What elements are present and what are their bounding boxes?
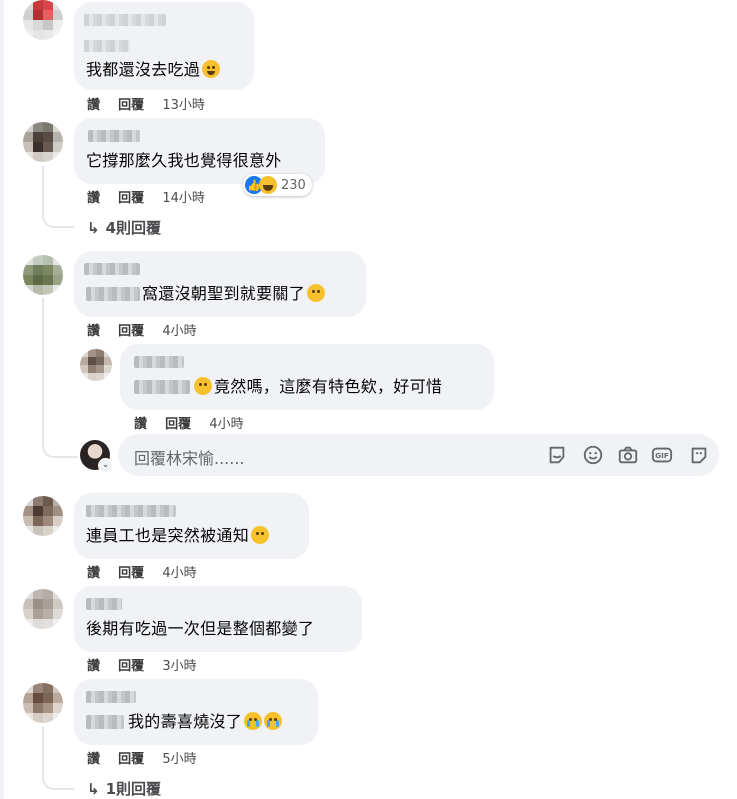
- redacted-username[interactable]: [88, 130, 140, 142]
- like-button[interactable]: 讚: [87, 98, 100, 113]
- comment-bubble: 窩還沒朝聖到就要關了: [74, 251, 366, 317]
- avatar[interactable]: [23, 589, 63, 629]
- redacted-mention[interactable]: [86, 287, 140, 301]
- like-button[interactable]: 讚: [134, 417, 147, 432]
- reply-arrow-icon: ↳: [87, 780, 100, 798]
- comment-actions: 讚 回覆 5小時: [87, 748, 211, 767]
- reply-button[interactable]: 回覆: [118, 98, 144, 113]
- reply-actions: 讚 回覆 4小時: [134, 413, 258, 432]
- reaction-summary[interactable]: 👍 230: [243, 174, 312, 196]
- comment-text: 連員工也是突然被通知: [86, 526, 270, 546]
- grinning-sweat-emoji: [202, 60, 221, 78]
- thread-line: [42, 166, 74, 228]
- like-button[interactable]: 讚: [87, 566, 100, 581]
- comment-bubble: 我都還沒去吃過: [74, 2, 254, 90]
- comment-actions: 讚 回覆 13小時: [87, 94, 219, 113]
- sad-emoji: [251, 526, 270, 544]
- comment-text: 它撐那麼久我也覺得很意外: [86, 151, 282, 170]
- comment-text: 後期有吃過一次但是整個都變了: [86, 619, 315, 638]
- haha-icon: [259, 176, 277, 194]
- redacted-username[interactable]: [134, 356, 184, 368]
- reply-button[interactable]: 回覆: [118, 191, 144, 206]
- timestamp[interactable]: 4小時: [209, 417, 243, 432]
- redacted-tag: [84, 40, 130, 52]
- camera-icon[interactable]: [617, 444, 639, 466]
- like-button[interactable]: 讚: [87, 752, 100, 767]
- comment-bubble: 後期有吃過一次但是整個都變了: [74, 586, 362, 652]
- avatar[interactable]: [80, 349, 112, 381]
- redacted-mention[interactable]: [134, 380, 190, 394]
- reply-arrow-icon: ↳: [87, 219, 100, 237]
- comment-actions: 讚 回覆 4小時: [87, 562, 211, 581]
- timestamp[interactable]: 13小時: [162, 98, 205, 113]
- view-replies-link[interactable]: ↳ 4則回覆: [87, 217, 161, 238]
- comment-actions: 讚 回覆 14小時: [87, 187, 219, 206]
- timestamp[interactable]: 4小時: [162, 566, 196, 581]
- flushed-emoji: [194, 377, 212, 395]
- crying-emoji: [264, 712, 283, 730]
- reply-bubble: 竟然嗎，這麼有特色欸，好可惜: [120, 344, 494, 410]
- reply-button[interactable]: 回覆: [118, 566, 144, 581]
- reply-button[interactable]: 回覆: [165, 417, 191, 432]
- like-button[interactable]: 讚: [87, 324, 100, 339]
- chevron-down-icon[interactable]: ⌄: [98, 458, 113, 473]
- my-avatar[interactable]: ⌄: [80, 440, 113, 473]
- left-border: [0, 0, 4, 799]
- reply-button[interactable]: 回覆: [118, 324, 144, 339]
- redacted-username[interactable]: [86, 691, 136, 703]
- view-replies-link[interactable]: ↳ 1則回覆: [87, 778, 161, 799]
- thread-line: [42, 298, 44, 438]
- reaction-count: 230: [281, 177, 306, 193]
- comment-actions: 讚 回覆 4小時: [87, 320, 211, 339]
- gif-icon[interactable]: GIF: [651, 444, 673, 466]
- redacted-mention[interactable]: [86, 715, 124, 729]
- like-button[interactable]: 讚: [87, 659, 100, 674]
- thread-line: [42, 420, 78, 458]
- avatar[interactable]: [23, 122, 63, 162]
- timestamp[interactable]: 4小時: [162, 324, 196, 339]
- reply-input[interactable]: 回覆林宋愉...... GIF: [118, 434, 719, 476]
- redacted-username[interactable]: [84, 263, 140, 275]
- timestamp[interactable]: 14小時: [162, 191, 205, 206]
- sad-emoji: [307, 284, 326, 302]
- svg-text:GIF: GIF: [655, 451, 669, 460]
- sticker-icon[interactable]: [546, 444, 568, 466]
- crying-emoji: [244, 712, 263, 730]
- avatar[interactable]: [23, 255, 63, 295]
- reply-button[interactable]: 回覆: [118, 659, 144, 674]
- comment-text: 我都還沒去吃過: [86, 60, 221, 80]
- comment-bubble: 連員工也是突然被通知: [74, 493, 309, 559]
- avatar[interactable]: [23, 683, 63, 723]
- sticker-alt-icon[interactable]: [688, 444, 710, 466]
- avatar[interactable]: [23, 496, 63, 536]
- comment-text: 窩還沒朝聖到就要關了: [142, 284, 326, 304]
- smiley-icon[interactable]: [582, 444, 604, 466]
- redacted-username[interactable]: [86, 598, 122, 610]
- redacted-username[interactable]: [86, 505, 176, 517]
- avatar[interactable]: [23, 0, 63, 40]
- timestamp[interactable]: 3小時: [162, 659, 196, 674]
- comment-bubble: 我的壽喜燒沒了: [74, 679, 318, 745]
- timestamp[interactable]: 5小時: [162, 752, 196, 767]
- comment-text: 我的壽喜燒沒了: [128, 712, 283, 732]
- redacted-username[interactable]: [84, 14, 166, 26]
- reply-button[interactable]: 回覆: [118, 752, 144, 767]
- reply-input-placeholder: 回覆林宋愉......: [134, 449, 245, 468]
- like-button[interactable]: 讚: [87, 191, 100, 206]
- thread-line: [42, 726, 74, 790]
- reply-text: 竟然嗎，這麼有特色欸，好可惜: [194, 377, 442, 397]
- comment-actions: 讚 回覆 3小時: [87, 655, 211, 674]
